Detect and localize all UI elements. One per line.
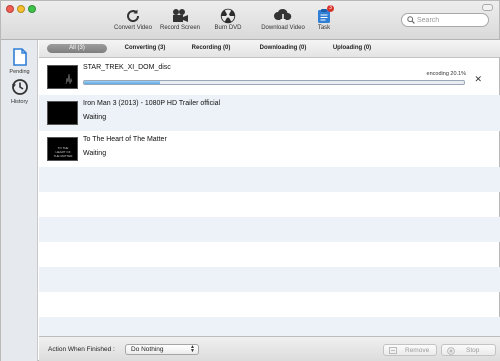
task-status: Waiting <box>83 150 107 157</box>
window-minimize-button[interactable] <box>17 5 25 13</box>
stop-label: Stop <box>466 347 480 354</box>
task-button[interactable]: 3 Task <box>297 5 351 31</box>
empty-row <box>39 242 500 267</box>
toolbar-toggle-button[interactable] <box>482 4 493 11</box>
refresh-icon <box>127 9 140 23</box>
video-thumbnail: TO THE HEART OF THE MATTER <box>47 137 78 161</box>
record-screen-label: Record Screen <box>159 25 201 31</box>
task-row[interactable]: TO THE HEART OF THE MATTER To The Heart … <box>39 131 500 167</box>
record-screen-button[interactable]: Record Screen <box>153 8 207 31</box>
task-title: To The Heart of The Matter <box>83 136 167 143</box>
tab-converting[interactable]: Converting (3) <box>115 44 175 53</box>
tab-recording[interactable]: Recording (0) <box>182 44 240 53</box>
remove-icon <box>389 347 397 354</box>
task-status: Waiting <box>83 114 107 121</box>
remove-label: Remove <box>405 347 430 354</box>
search-icon <box>407 16 415 24</box>
task-row[interactable]: Iron Man 3 (2013) - 1080P HD Trailer off… <box>39 95 500 131</box>
convert-video-label: Convert Video <box>114 25 152 31</box>
window-close-button[interactable] <box>6 5 14 13</box>
sidebar-item-history[interactable]: History <box>1 78 38 105</box>
clock-history-icon <box>11 79 28 95</box>
action-when-finished-label: Action When Finished : <box>48 346 115 353</box>
task-title: STAR_TREK_XI_DOM_disc <box>83 64 171 71</box>
video-thumbnail <box>47 101 78 125</box>
search-box[interactable] <box>401 13 489 27</box>
sidebar: Pending History <box>1 40 38 361</box>
convert-video-button[interactable]: Convert Video <box>106 8 160 31</box>
burn-dvd-button[interactable]: Burn DVD <box>201 8 255 31</box>
search-input[interactable] <box>417 15 485 25</box>
empty-row <box>39 167 500 192</box>
cancel-task-button[interactable]: ✕ <box>474 75 482 84</box>
task-label: Task <box>317 25 331 31</box>
waveform-graphic <box>65 73 73 85</box>
bottom-bar: Action When Finished : Do Nothing ▲ ▼ Rem… <box>39 336 500 361</box>
toolbar: Convert Video Record Screen Burn DVD Dow… <box>1 1 499 40</box>
video-thumbnail <box>47 65 78 89</box>
cloud-download-icon <box>274 8 292 23</box>
filter-tabs: All (3) Converting (3) Recording (0) Dow… <box>39 40 500 58</box>
empty-row <box>39 317 500 336</box>
task-title: Iron Man 3 (2013) - 1080P HD Trailer off… <box>83 100 221 107</box>
sidebar-item-pending[interactable]: Pending <box>1 48 38 75</box>
selected-action: Do Nothing <box>131 346 164 353</box>
action-when-finished-select[interactable]: Do Nothing ▲ ▼ <box>125 344 199 355</box>
empty-row <box>39 192 500 217</box>
window-zoom-button[interactable] <box>28 5 36 13</box>
progress-fill <box>84 81 160 84</box>
encoding-status: encoding 20.1% <box>426 71 466 77</box>
tab-all[interactable]: All (3) <box>47 44 107 53</box>
tab-uploading[interactable]: Uploading (0) <box>321 44 383 53</box>
tab-downloading[interactable]: Downloading (0) <box>249 44 317 53</box>
progress-bar <box>83 80 465 85</box>
stop-icon <box>447 347 455 355</box>
burn-dvd-label: Burn DVD <box>214 25 242 31</box>
remove-button[interactable]: Remove <box>383 344 437 356</box>
video-camera-icon <box>173 9 188 22</box>
thumbnail-text: TO THE HEART OF THE MATTER <box>53 146 73 158</box>
task-row[interactable]: STAR_TREK_XI_DOM_disc encoding 20.1% ✕ <box>39 59 500 95</box>
document-icon <box>12 48 27 66</box>
stop-button[interactable]: Stop <box>441 344 496 356</box>
radiation-disc-icon <box>220 8 236 24</box>
empty-row <box>39 267 500 292</box>
task-count-badge: 3 <box>327 5 334 12</box>
empty-row <box>39 292 500 317</box>
sidebar-item-label: Pending <box>9 69 30 75</box>
task-list: STAR_TREK_XI_DOM_disc encoding 20.1% ✕ I… <box>39 59 500 336</box>
app-window: Convert Video Record Screen Burn DVD Dow… <box>0 0 500 361</box>
sidebar-item-label: History <box>10 99 29 105</box>
select-arrows-icon: ▲ ▼ <box>190 344 195 354</box>
empty-row <box>39 217 500 242</box>
